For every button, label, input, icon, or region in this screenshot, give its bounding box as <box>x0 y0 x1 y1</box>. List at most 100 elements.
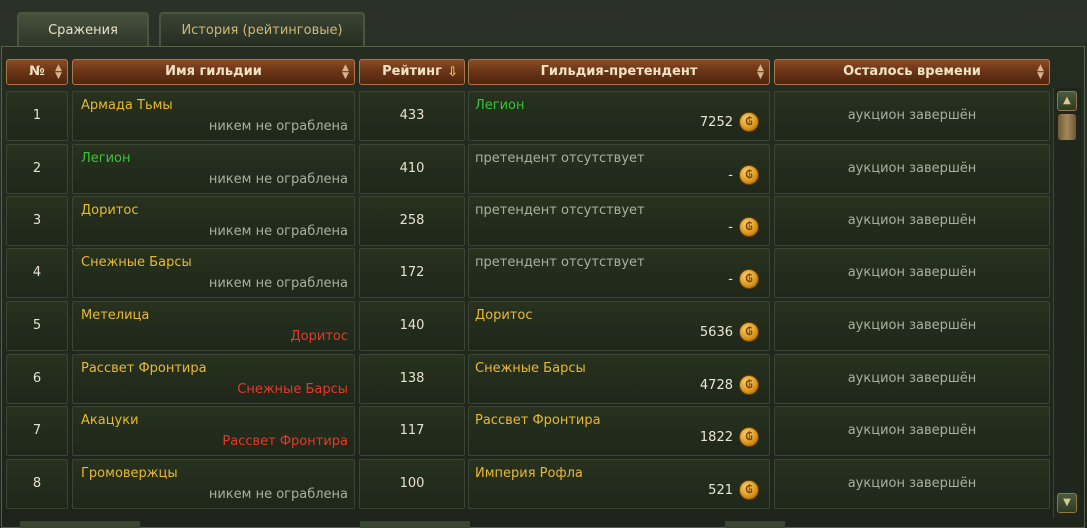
chevron-up-icon: ▲ <box>1063 95 1071 106</box>
cell-guild: Акацуки Рассвет Фронтира <box>72 406 355 456</box>
table-row[interactable]: 8 Громовержцы никем не ограблена 100 Имп… <box>6 459 1050 510</box>
row-number: 4 <box>32 265 42 280</box>
guild-name-link[interactable]: Снежные Барсы <box>81 255 192 270</box>
robbed-by-text: никем не ограблена <box>208 487 348 502</box>
challenger-name-link[interactable]: Империя Рофла <box>475 466 583 481</box>
bid-amount: - <box>728 168 733 183</box>
bid-amount: 7252 <box>699 115 733 130</box>
table-row[interactable]: 3 Доритос никем не ограблена 258 претенд… <box>6 196 1050 247</box>
rating-value: 433 <box>399 108 425 123</box>
robbed-by-link[interactable]: Рассвет Фронтира <box>222 434 348 449</box>
gold-coin-icon: ₲ <box>739 269 759 289</box>
scroll-down-button[interactable]: ▼ <box>1057 493 1077 513</box>
cell-guild: Легион никем не ограблена <box>72 144 355 194</box>
cell-rating: 410 <box>359 144 465 194</box>
cell-num: 5 <box>6 301 68 351</box>
bid-amount: 1822 <box>699 430 733 445</box>
robbed-by-link[interactable]: Доритос <box>291 329 348 344</box>
row-number: 5 <box>32 318 42 333</box>
guild-name-link[interactable]: Легион <box>81 151 131 166</box>
robbed-by-link[interactable]: Снежные Барсы <box>237 382 348 397</box>
challenger-name-link[interactable]: Легион <box>475 98 525 113</box>
column-header-num[interactable]: № ▲ ▼ <box>6 59 68 85</box>
vertical-scrollbar[interactable]: ▲ ▼ <box>1053 88 1081 518</box>
guild-name-link[interactable]: Акацуки <box>81 413 139 428</box>
time-left-text: аукцион завершён <box>847 161 977 176</box>
sort-arrows-icon: ▲ ▼ <box>757 63 764 81</box>
cell-num: 2 <box>6 144 68 194</box>
cell-time-left: аукцион завершён <box>774 301 1050 351</box>
bid-amount: 521 <box>708 483 733 498</box>
guild-name-link[interactable]: Доритос <box>81 203 138 218</box>
tab-bar: Сражения История (рейтинговые) <box>0 0 1087 48</box>
cell-challenger: Легион 7252 ₲ <box>468 91 770 141</box>
table-row[interactable]: 7 Акацуки Рассвет Фронтира 117 Рассвет Ф… <box>6 406 1050 457</box>
challenger-name-link[interactable]: Рассвет Фронтира <box>475 413 601 428</box>
column-header-time-left-label: Осталось времени <box>843 64 981 79</box>
gold-coin-icon: ₲ <box>739 112 759 132</box>
cell-num: 4 <box>6 248 68 298</box>
cell-time-left: аукцион завершён <box>774 248 1050 298</box>
time-left-text: аукцион завершён <box>847 265 977 280</box>
cell-time-left: аукцион завершён <box>774 354 1050 404</box>
row-number: 3 <box>32 213 42 228</box>
gold-coin-icon: ₲ <box>739 165 759 185</box>
bid-amount: 4728 <box>699 378 733 393</box>
cell-rating: 140 <box>359 301 465 351</box>
cell-challenger: претендент отсутствует - ₲ <box>468 144 770 194</box>
cell-time-left: аукцион завершён <box>774 196 1050 246</box>
challenger-name-link[interactable]: Доритос <box>475 308 532 323</box>
cell-num: 1 <box>6 91 68 141</box>
cell-challenger: Империя Рофла 521 ₲ <box>468 459 770 509</box>
table-row[interactable]: 5 Метелица Доритос 140 Доритос 5636 ₲ ау… <box>6 301 1050 352</box>
rating-value: 100 <box>399 476 425 491</box>
table-row[interactable]: 2 Легион никем не ограблена 410 претенде… <box>6 144 1050 195</box>
gold-coin-icon: ₲ <box>739 480 759 500</box>
column-header-challenger-label: Гильдия-претендент <box>540 64 698 79</box>
time-left-text: аукцион завершён <box>847 318 977 333</box>
row-number: 8 <box>32 476 42 491</box>
row-number: 2 <box>32 161 42 176</box>
table-row[interactable]: 6 Рассвет Фронтира Снежные Барсы 138 Сне… <box>6 354 1050 405</box>
guild-name-link[interactable]: Рассвет Фронтира <box>81 361 207 376</box>
column-header-time-left[interactable]: Осталось времени ▲ ▼ <box>774 59 1050 85</box>
column-header-challenger[interactable]: Гильдия-претендент ▲ ▼ <box>468 59 770 85</box>
column-header-guild-label: Имя гильдии <box>165 64 262 79</box>
cell-rating: 172 <box>359 248 465 298</box>
challenger-name-link[interactable]: Снежные Барсы <box>475 361 586 376</box>
footer-edge <box>20 521 140 528</box>
cell-time-left: аукцион завершён <box>774 91 1050 141</box>
scroll-thumb[interactable] <box>1058 114 1076 140</box>
column-header-guild[interactable]: Имя гильдии ▲ ▼ <box>72 59 355 85</box>
footer-edge <box>725 521 785 528</box>
column-header-rating[interactable]: Рейтинг ⇩ <box>359 59 465 85</box>
cell-guild: Армада Тьмы никем не ограблена <box>72 91 355 141</box>
tab-battles[interactable]: Сражения <box>17 12 149 46</box>
rating-value: 138 <box>399 371 425 386</box>
guild-name-link[interactable]: Армада Тьмы <box>81 98 173 113</box>
cell-num: 8 <box>6 459 68 509</box>
sort-arrows-icon: ▲ ▼ <box>1037 63 1044 81</box>
gold-coin-icon: ₲ <box>739 217 759 237</box>
footer-edge <box>360 521 470 528</box>
time-left-text: аукцион завершён <box>847 423 977 438</box>
column-header-rating-label: Рейтинг <box>382 64 442 79</box>
tab-history-rated[interactable]: История (рейтинговые) <box>159 12 365 46</box>
window-frame: Сражения История (рейтинговые) № ▲ ▼ Имя … <box>0 0 1087 528</box>
cell-time-left: аукцион завершён <box>774 459 1050 509</box>
cell-challenger: Снежные Барсы 4728 ₲ <box>468 354 770 404</box>
guild-name-link[interactable]: Метелица <box>81 308 149 323</box>
time-left-text: аукцион завершён <box>847 371 977 386</box>
cell-rating: 258 <box>359 196 465 246</box>
challenger-name-text: претендент отсутствует <box>475 255 645 270</box>
chevron-down-icon: ▼ <box>1063 497 1071 508</box>
scroll-up-button[interactable]: ▲ <box>1057 91 1077 111</box>
robbed-by-text: никем не ограблена <box>208 172 348 187</box>
rating-value: 410 <box>399 161 425 176</box>
table-row[interactable]: 1 Армада Тьмы никем не ограблена 433 Лег… <box>6 91 1050 142</box>
guild-name-link[interactable]: Громовержцы <box>81 466 178 481</box>
gold-coin-icon: ₲ <box>739 427 759 447</box>
table-row[interactable]: 4 Снежные Барсы никем не ограблена 172 п… <box>6 248 1050 299</box>
bid-amount: - <box>728 220 733 235</box>
cell-num: 3 <box>6 196 68 246</box>
